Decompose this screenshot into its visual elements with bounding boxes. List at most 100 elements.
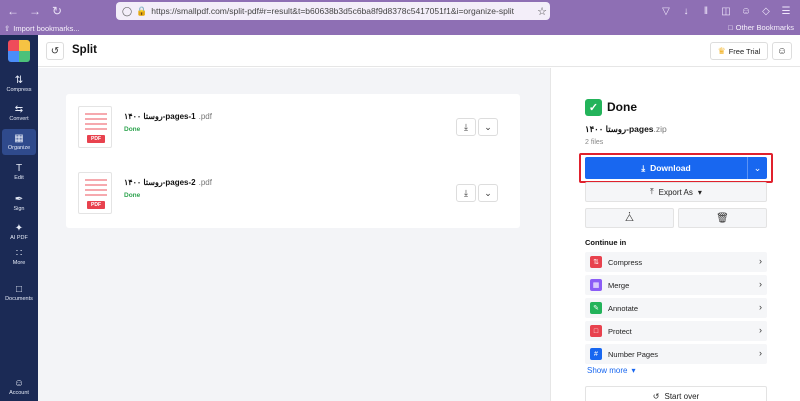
caret-down-icon: ▾ [697,187,702,197]
ai-pdf-icon: ✦ [14,223,24,234]
sidebar-item-compress[interactable]: ⇅ Compress [2,71,36,97]
sidebar-item-label: Account [9,390,29,396]
sidebar-item-edit[interactable]: T Edit [2,159,36,185]
sidebar-item-documents[interactable]: □ Documents [2,280,36,306]
convert-icon: ⇆ [14,104,24,115]
caret-down-icon: ▾ [631,366,636,375]
menu-icon[interactable]: ☰ [778,3,794,19]
back-arrow-icon[interactable]: ← [4,2,22,20]
zip-base-name: روستا ۱۴۰۰-pages [585,124,654,134]
pdf-thumbnail: PDF [78,106,112,148]
file-options-button[interactable]: ⌄ [478,118,498,136]
free-trial-label: Free Trial [728,46,761,56]
start-over-label: Start over [664,391,700,401]
export-as-button[interactable]: ⤒ Export As ▾ [585,182,767,202]
download-icon: ⤓ [641,162,646,173]
edit-icon: T [15,163,23,174]
share-icon: ⧊ [625,212,634,224]
continue-item-label: Annotate [608,303,639,313]
other-bookmarks-link[interactable]: □ Other Bookmarks [728,23,794,32]
forward-arrow-icon[interactable]: → [26,2,44,20]
continue-merge[interactable]: ▦ Merge › [585,275,767,295]
address-bar[interactable]: ◯ 🔒 https://smallpdf.com/split-pdf#r=res… [116,2,550,20]
chevron-down-icon: ⌄ [484,121,492,132]
restart-button[interactable]: ↺ [46,42,64,60]
chevron-right-icon: › [759,325,762,335]
user-avatar-button[interactable]: ☺ [772,42,792,60]
user-icon: ☺ [776,45,788,57]
pdf-badge: PDF [87,201,105,209]
file-options-button[interactable]: ⌄ [478,184,498,202]
url-text: https://smallpdf.com/split-pdf#r=result&… [151,6,514,16]
check-icon: ✓ [585,99,602,116]
sidebar-toggle-icon[interactable]: ◫ [718,3,734,19]
sidebar-item-more[interactable]: ∷ More [2,244,36,270]
pocket-icon[interactable]: ▽ [658,3,674,19]
chevron-right-icon: › [759,348,762,358]
bookmark-star-icon[interactable]: ☆ [534,5,550,18]
file-extension: .pdf [198,178,212,187]
sidebar-item-ai-pdf[interactable]: ✦ AI PDF [2,219,36,245]
sidebar-item-label: Compress [6,87,32,93]
compress-icon: ⇅ [14,75,24,86]
download-file-button[interactable]: ⤓ [456,184,476,202]
account-icon[interactable]: ☺ [738,3,754,19]
list-item: PDF روستا ۱۴۰۰-pages-1 .pdf Done ⤓ ⌄ [78,106,508,162]
library-icon[interactable]: ‖ [698,3,714,19]
chevron-right-icon: › [759,256,762,266]
downloads-icon[interactable]: ↓ [678,3,694,19]
continue-protect[interactable]: □ Protect › [585,321,767,341]
pdf-badge: PDF [87,135,105,143]
file-name: روستا ۱۴۰۰-pages-1 .pdf [124,112,212,121]
download-options-button[interactable]: ⌄ [747,157,767,179]
download-button[interactable]: ⤓ Download [585,157,747,179]
protect-icon: □ [590,325,602,337]
sidebar-item-account[interactable]: ☺ Account [2,374,36,400]
share-button[interactable]: ⧊ [585,208,674,228]
folder-icon: □ [728,23,733,32]
undo-icon: ↺ [50,45,60,57]
download-file-button[interactable]: ⤓ [456,118,476,136]
sidebar-item-label: Sign [13,206,25,212]
export-label: Export As [658,187,693,197]
file-name: روستا ۱۴۰۰-pages-2 .pdf [124,178,212,187]
shield-icon: ◯ [122,5,133,16]
chevron-down-icon: ⌄ [753,162,762,173]
sidebar-item-label: Convert [9,116,29,122]
main-content: PDF روستا ۱۴۰۰-pages-1 .pdf Done ⤓ ⌄ PDF … [38,68,550,401]
continue-annotate[interactable]: ✎ Annotate › [585,298,767,318]
download-icon: ⤓ [464,121,468,132]
sidebar-item-label: Organize [7,145,31,151]
chevron-right-icon: › [759,279,762,289]
show-more-link[interactable]: Show more ▾ [587,366,635,375]
account-icon: ☺ [13,378,25,389]
sidebar-item-organize[interactable]: ▦ Organize [2,129,36,155]
continue-item-label: Compress [608,257,643,267]
import-bookmarks-link[interactable]: ⇧ Import bookmarks... [4,24,80,33]
continue-number-pages[interactable]: # Number Pages › [585,344,767,364]
crown-icon: ♛ [717,45,726,56]
continue-item-label: Protect [608,326,632,336]
free-trial-button[interactable]: ♛ Free Trial [710,42,768,60]
continue-item-label: Number Pages [608,349,659,359]
bookmarks-bar: ⇧ Import bookmarks... □ Other Bookmarks [0,22,800,35]
sidebar-item-convert[interactable]: ⇆ Convert [2,100,36,126]
file-base-name: روستا ۱۴۰۰-pages-1 [124,112,196,121]
number-pages-icon: # [590,348,602,360]
delete-button[interactable]: 🗑 [678,208,767,228]
start-over-button[interactable]: ↺ Start over [585,386,767,401]
continue-compress[interactable]: ⇅ Compress › [585,252,767,272]
sidebar-item-label: Edit [14,175,24,181]
trash-icon: 🗑 [716,212,729,224]
sidebar-item-sign[interactable]: ✒ Sign [2,190,36,216]
lock-icon: 🔒 [136,5,148,16]
extensions-icon[interactable]: ◇ [758,3,774,19]
smallpdf-logo[interactable] [8,40,30,62]
result-panel: ✓ Done روستا ۱۴۰۰-pages.zip 2 files ⤓ Do… [550,68,800,401]
done-heading: Done [607,100,637,114]
export-icon: ⤒ [650,187,654,196]
merge-icon: ▦ [590,279,602,291]
file-list: PDF روستا ۱۴۰۰-pages-1 .pdf Done ⤓ ⌄ PDF … [66,94,520,228]
organize-icon: ▦ [14,133,24,144]
reload-icon[interactable]: ↻ [48,2,66,20]
